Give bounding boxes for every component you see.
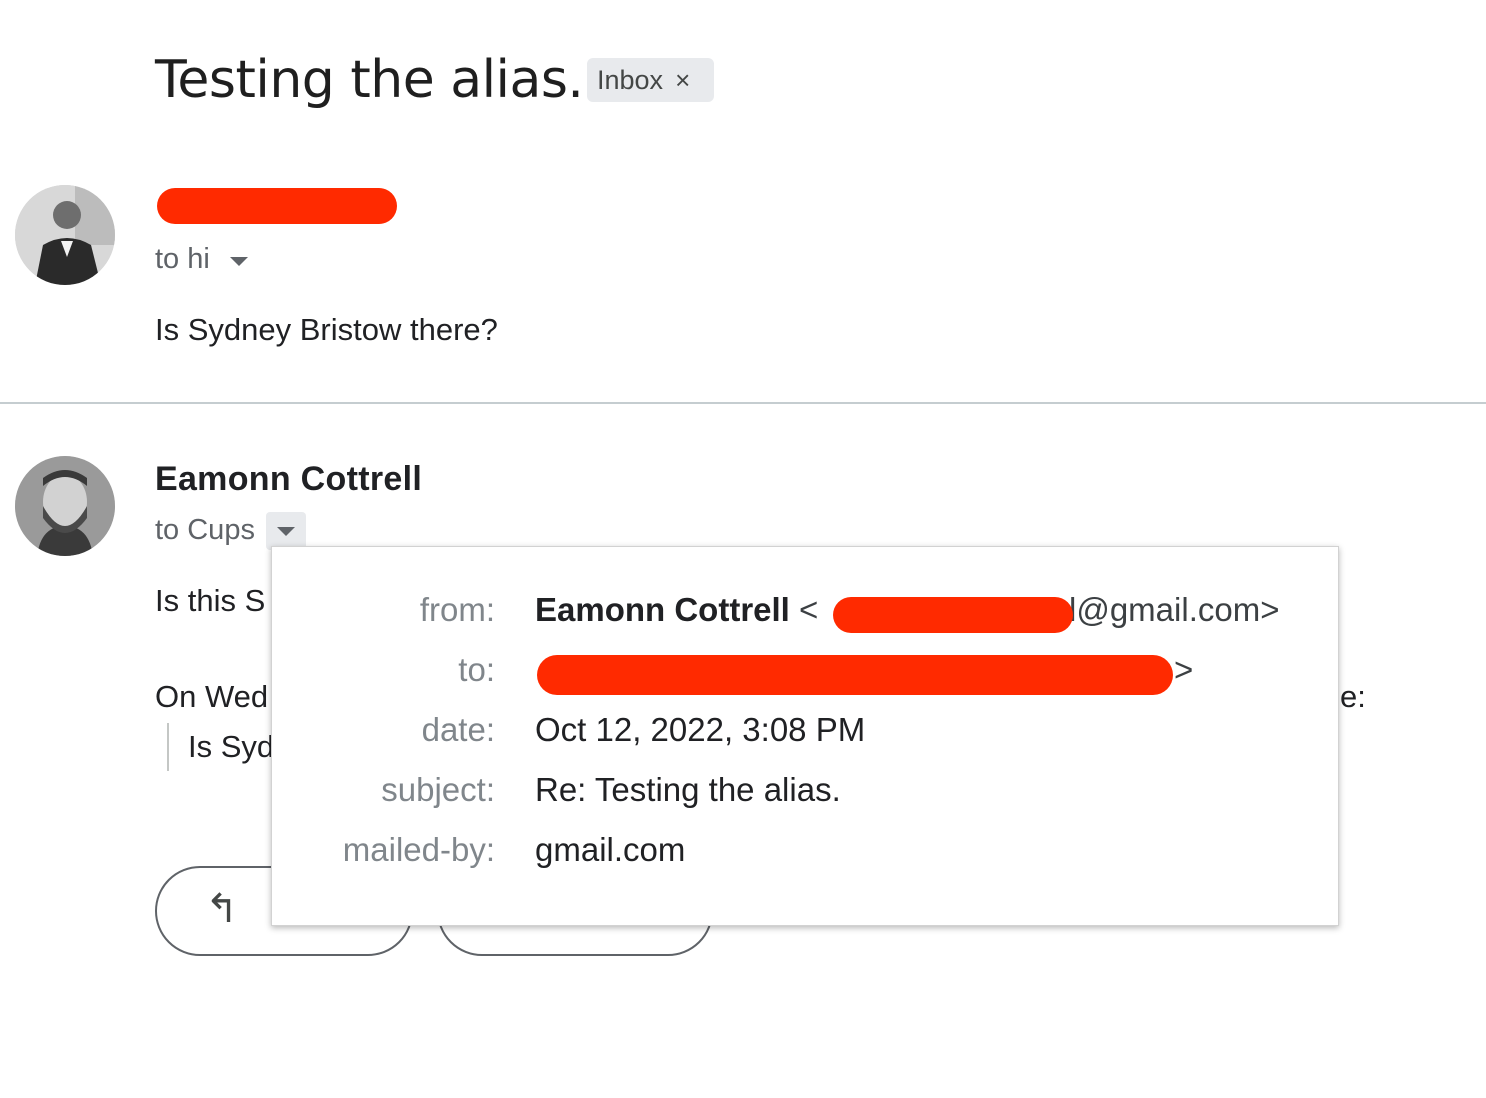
profile-photo-icon (15, 185, 115, 285)
details-row-mailed-by: mailed-by: gmail.com (272, 831, 1340, 887)
remove-label-icon[interactable]: × (675, 65, 690, 96)
message-details-popup: from: Eamonn Cottrell < l@gmail.com> to:… (271, 546, 1339, 926)
inbox-label-chip[interactable]: Inbox × (587, 58, 714, 102)
message-divider (0, 402, 1486, 404)
to-label: to: (458, 651, 495, 688)
details-row-date: date: Oct 12, 2022, 3:08 PM (272, 711, 1340, 767)
message1-recipient: to hi (155, 243, 210, 275)
to-email-close: > (1174, 651, 1194, 688)
details-row-to: to: > (272, 651, 1340, 707)
reply-arrow-icon: ↰ (205, 887, 239, 931)
redacted-sender-name (157, 188, 397, 224)
chevron-down-icon (277, 527, 295, 536)
thread-subject: Testing the alias. (155, 50, 584, 110)
chevron-down-icon[interactable] (230, 257, 248, 266)
message2-recipient: to Cups (155, 514, 255, 546)
quote-intro: On Wed (155, 679, 269, 714)
redacted-to-email (537, 655, 1173, 695)
redacted-from-email (833, 597, 1073, 633)
message1-body: Is Sydney Bristow there? (155, 312, 498, 347)
details-row-from: from: Eamonn Cottrell < l@gmail.com> (272, 591, 1340, 647)
from-name: Eamonn Cottrell (535, 591, 790, 628)
mailed-by-value: gmail.com (535, 831, 686, 868)
email-thread-view: Testing the alias. Inbox × to hi Is Sydn… (0, 0, 1486, 1098)
date-label: date: (421, 711, 495, 748)
subject-value: Re: Testing the alias. (535, 771, 841, 808)
message2-sender-name: Eamonn Cottrell (155, 460, 423, 498)
quoted-text: Is Syd (188, 729, 275, 764)
details-row-subject: subject: Re: Testing the alias. (272, 771, 1340, 827)
from-value: Eamonn Cottrell < (535, 591, 818, 629)
date-value: Oct 12, 2022, 3:08 PM (535, 711, 866, 748)
mailed-by-label: mailed-by: (342, 831, 495, 868)
quote-bar (167, 723, 169, 771)
show-details-button[interactable] (266, 512, 306, 550)
sender-avatar-2[interactable] (15, 456, 115, 556)
quote-intro-end: e: (1340, 679, 1366, 714)
profile-photo-icon (15, 456, 115, 556)
from-email-suffix: l@gmail.com> (1069, 591, 1280, 628)
from-email-open: < (799, 591, 819, 628)
sender-avatar-1[interactable] (15, 185, 115, 285)
subject-label: subject: (381, 771, 495, 808)
from-label: from: (419, 591, 495, 628)
message2-body: Is this S (155, 583, 266, 618)
label-text: Inbox (597, 64, 664, 95)
